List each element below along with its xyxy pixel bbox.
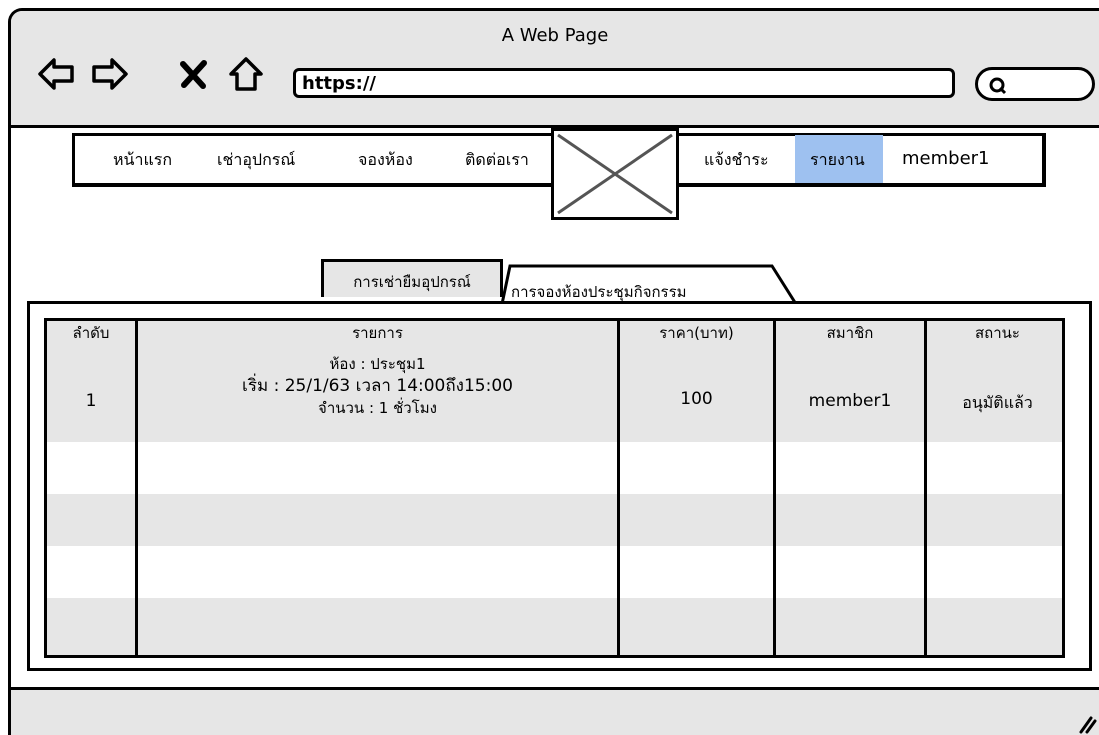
cell-member: member1 [808, 391, 892, 411]
header-price: ราคา(บาท) [659, 324, 734, 342]
header-member: สมาชิก [826, 324, 874, 342]
table-row-empty [47, 546, 1062, 598]
home-icon[interactable] [227, 55, 265, 93]
cell-item: ห้อง : ประชุม1 เริ่ม : 25/1/63 เวลา 14:0… [138, 353, 617, 419]
menu-member[interactable]: member1 [902, 148, 990, 169]
search-icon [989, 77, 1007, 95]
logo-image-placeholder [551, 128, 679, 220]
item-line-duration: จำนวน : 1 ชั่วโมง [318, 399, 437, 417]
item-line-room: ห้อง : ประชุม1 [329, 355, 426, 373]
menu-contact[interactable]: ติดต่อเรา [465, 148, 529, 173]
column-divider [617, 321, 620, 655]
table-row-empty [47, 598, 1062, 655]
header-status: สถานะ [975, 324, 1020, 342]
cell-status: อนุมัติแล้ว [962, 393, 1033, 412]
menu-payment[interactable]: แจ้งชำระ [704, 148, 769, 173]
forward-arrow-icon[interactable] [91, 55, 129, 93]
item-line-time: เริ่ม : 25/1/63 เวลา 14:00ถึง15:00 [242, 376, 513, 396]
cell-price: 100 [680, 389, 713, 409]
back-arrow-icon[interactable] [37, 55, 75, 93]
browser-statusbar [11, 687, 1099, 735]
resize-grip-icon[interactable] [1073, 712, 1097, 735]
menu-booking[interactable]: จองห้อง [358, 148, 413, 173]
close-x-icon[interactable] [175, 55, 213, 93]
table-row-empty [47, 494, 1062, 546]
header-item: รายการ [352, 324, 403, 342]
report-table: ลำดับ รายการ ราคา(บาท) สมาชิก สถานะ 1 ห้… [44, 318, 1065, 658]
menu-rent[interactable]: เช่าอุปกรณ์ [217, 148, 295, 173]
menu-report[interactable]: รายงาน [810, 148, 865, 173]
header-no: ลำดับ [72, 324, 110, 342]
column-divider [924, 321, 927, 655]
image-placeholder-icon [557, 133, 673, 215]
tab-equipment-rental[interactable]: การเช่ายืมอุปกรณ์ [321, 259, 503, 297]
search-field[interactable] [975, 67, 1095, 101]
url-input[interactable]: https:// [293, 68, 955, 98]
cell-no: 1 [85, 391, 97, 411]
browser-titlebar: A Web Page https:// [11, 11, 1099, 128]
menu-home[interactable]: หน้าแรก [113, 148, 172, 173]
table-row-empty [47, 442, 1062, 494]
column-divider [773, 321, 776, 655]
window-title: A Web Page [501, 25, 609, 46]
